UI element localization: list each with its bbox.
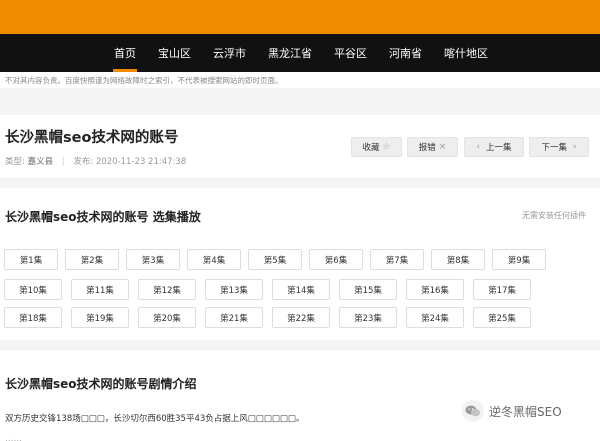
main-nav: 首页 宝山区 云浮市 黑龙江省 平谷区 河南省 喀什地区	[0, 34, 600, 72]
watermark-text: 逆冬黑帽SEO	[489, 404, 562, 419]
prev-label: 上一集	[486, 143, 512, 153]
nav-item-kashi[interactable]: 喀什地区	[433, 34, 499, 72]
episode-button[interactable]: 第16集	[406, 279, 464, 300]
favorite-button[interactable]: 收藏 ☆	[351, 137, 402, 157]
date-label: 发布:	[73, 157, 94, 167]
episode-button[interactable]: 第6集	[309, 249, 363, 270]
watermark: 逆冬黑帽SEO	[462, 400, 562, 422]
episode-button[interactable]: 第23集	[339, 307, 397, 328]
meta-separator: |	[61, 157, 65, 167]
episodes-card: 长沙黑帽seo技术网的账号 选集播放 无需安装任何插件 第1集 第2集 第3集 …	[0, 188, 600, 340]
episodes-title: 长沙黑帽seo技术网的账号 选集播放	[5, 210, 201, 224]
video-header-card: 长沙黑帽seo技术网的账号 类型: 嘉义县 | 发布: 2020-11-23 2…	[0, 115, 600, 178]
episode-button[interactable]: 第17集	[473, 279, 531, 300]
episode-button[interactable]: 第24集	[406, 307, 464, 328]
intro-text-more: ……	[5, 434, 22, 441]
nav-item-home[interactable]: 首页	[103, 34, 147, 72]
episode-button[interactable]: 第14集	[272, 279, 330, 300]
nav-item-baoshan[interactable]: 宝山区	[147, 34, 202, 72]
nav-item-heilongjiang[interactable]: 黑龙江省	[257, 34, 323, 72]
favorite-label: 收藏	[362, 143, 380, 153]
episode-button[interactable]: 第18集	[4, 307, 62, 328]
intro-title: 长沙黑帽seo技术网的账号剧情介绍	[5, 377, 197, 391]
episode-button[interactable]: 第4集	[187, 249, 241, 270]
episode-button[interactable]: 第12集	[138, 279, 196, 300]
prev-episode-button[interactable]: ‹ 上一集	[464, 137, 524, 157]
intro-text: 双方历史交锋138场□□□，长沙切尔西60胜35平43负占据上风□□□□□□。	[5, 414, 305, 424]
video-meta: 类型: 嘉义县 | 发布: 2020-11-23 21:47:38	[5, 155, 186, 167]
episode-row-3: 第18集 第19集 第20集 第21集 第22集 第23集 第24集 第25集	[4, 307, 531, 328]
episode-button[interactable]: 第22集	[272, 307, 330, 328]
nav-item-henan[interactable]: 河南省	[378, 34, 433, 72]
page-title: 长沙黑帽seo技术网的账号	[5, 130, 179, 146]
intro-card: 长沙黑帽seo技术网的账号剧情介绍 双方历史交锋138场□□□，长沙切尔西60胜…	[0, 350, 600, 441]
episode-row-2: 第10集 第11集 第12集 第13集 第14集 第15集 第16集 第17集	[4, 279, 531, 300]
episode-button[interactable]: 第11集	[71, 279, 129, 300]
episodes-note: 无需安装任何插件	[522, 211, 586, 220]
episode-button[interactable]: 第2集	[65, 249, 119, 270]
episode-button[interactable]: 第8集	[431, 249, 485, 270]
episode-button[interactable]: 第5集	[248, 249, 302, 270]
episode-button[interactable]: 第15集	[339, 279, 397, 300]
top-orange-bar	[0, 0, 600, 34]
type-value[interactable]: 嘉义县	[28, 157, 54, 167]
nav-item-yunfu[interactable]: 云浮市	[202, 34, 257, 72]
disclaimer-text: 不对其内容负责。百度快照谨为网络故障时之索引，不代表被搜索网站的即时页面。	[0, 72, 600, 88]
episode-button[interactable]: 第9集	[492, 249, 546, 270]
episode-button[interactable]: 第3集	[126, 249, 180, 270]
next-label: 下一集	[541, 143, 567, 153]
report-button[interactable]: 报错 ×	[407, 137, 458, 157]
episode-button[interactable]: 第25集	[473, 307, 531, 328]
episode-button[interactable]: 第21集	[205, 307, 263, 328]
episode-button[interactable]: 第7集	[370, 249, 424, 270]
next-episode-button[interactable]: 下一集 ›	[529, 137, 589, 157]
episode-button[interactable]: 第19集	[71, 307, 129, 328]
episode-button[interactable]: 第1集	[4, 249, 58, 270]
chevron-right-icon: ›	[572, 142, 577, 152]
date-value: 2020-11-23 21:47:38	[95, 157, 187, 167]
nav-item-pinggu[interactable]: 平谷区	[323, 34, 378, 72]
close-icon: ×	[438, 142, 447, 152]
episode-button[interactable]: 第20集	[138, 307, 196, 328]
type-label: 类型:	[5, 157, 25, 167]
episode-button[interactable]: 第13集	[205, 279, 263, 300]
report-label: 报错	[418, 143, 436, 153]
star-icon: ☆	[382, 142, 391, 152]
chevron-left-icon: ‹	[476, 142, 481, 152]
episode-button[interactable]: 第10集	[4, 279, 62, 300]
wechat-icon	[462, 400, 484, 422]
episode-row-1: 第1集 第2集 第3集 第4集 第5集 第6集 第7集 第8集 第9集	[4, 249, 546, 270]
